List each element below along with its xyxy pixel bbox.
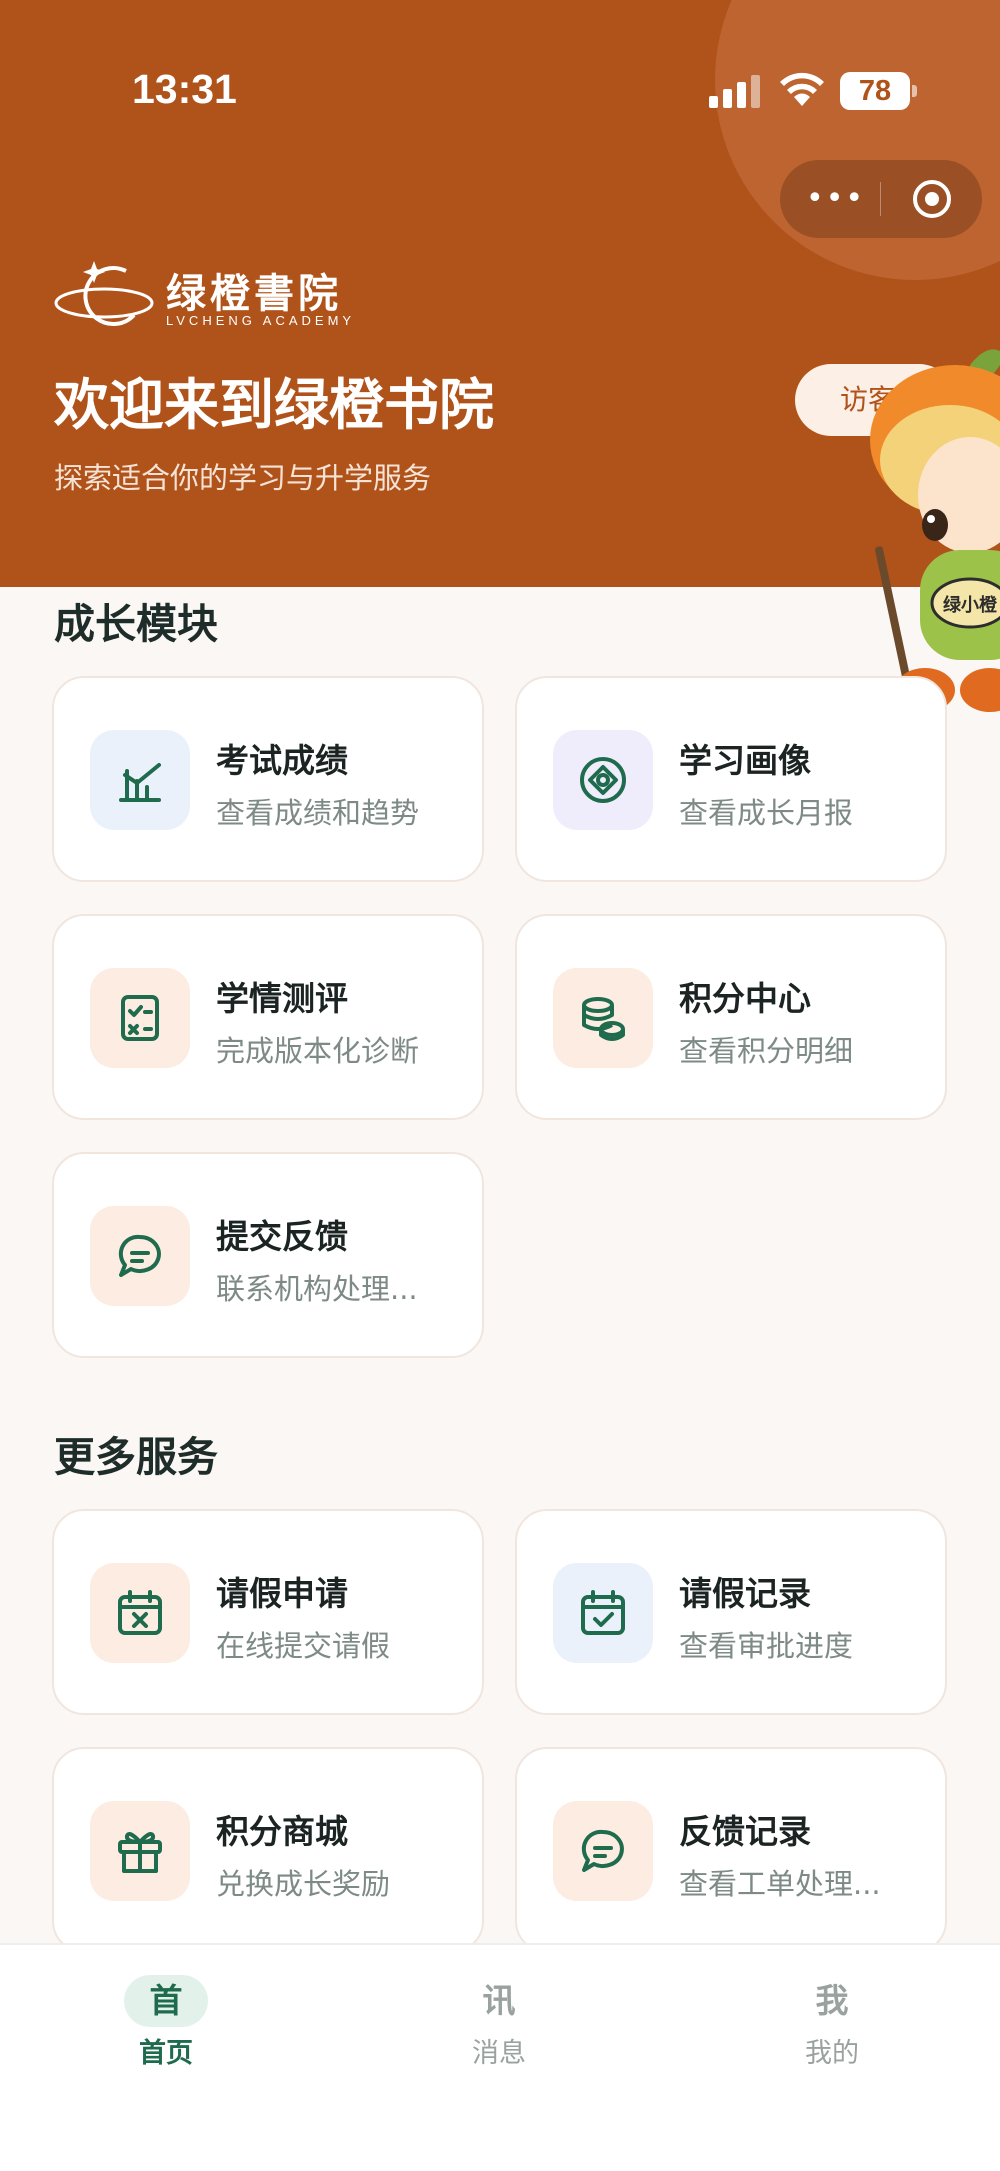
cellular-signal-icon	[709, 74, 763, 108]
messages-tab-icon: 讯	[482, 1981, 516, 2020]
bottom-tab-bar: 首 首页 讯 消息 我 我的	[0, 1943, 1000, 2171]
chat-icon	[118, 1234, 161, 1277]
checklist-icon	[121, 995, 159, 1041]
card-desc: 查看审批进度	[679, 1629, 854, 1663]
card-title: 学习画像	[679, 741, 811, 780]
card-desc: 查看成绩和趋势	[216, 796, 420, 830]
card-desc: 完成版本化诊断	[216, 1034, 420, 1068]
gift-icon	[118, 1832, 162, 1873]
card-title: 请假申请	[216, 1574, 348, 1613]
calendar-x-icon	[118, 1590, 162, 1635]
card-title: 积分商城	[216, 1812, 348, 1851]
brand-subtitle: LVCHENG ACADEMY	[166, 313, 356, 328]
card-leave-request[interactable]: 请假申请 在线提交请假	[52, 1509, 484, 1715]
chart-icon	[119, 763, 161, 802]
card-title: 学情测评	[216, 979, 348, 1018]
chat-icon	[581, 1829, 624, 1872]
battery-level: 78	[840, 72, 910, 110]
card-title: 提交反馈	[216, 1217, 348, 1256]
card-title: 反馈记录	[679, 1812, 811, 1851]
status-time: 13:31	[132, 66, 237, 112]
welcome-subtitle: 探索适合你的学习与升学服务	[54, 461, 432, 495]
card-learning-portrait[interactable]: 学习画像 查看成长月报	[515, 676, 947, 882]
growth-section-title: 成长模块	[54, 600, 218, 648]
portrait-icon	[580, 757, 626, 803]
miniprogram-capsule: •••	[780, 160, 982, 238]
brand-name: 绿橙書院	[166, 270, 342, 317]
card-desc: 查看成长月报	[679, 796, 854, 830]
tab-profile[interactable]: 我 我的	[772, 1975, 892, 2070]
card-desc: 查看工单处理...	[679, 1867, 881, 1901]
calendar-check-icon	[581, 1590, 625, 1635]
battery-icon: 78	[840, 72, 917, 110]
profile-tab-icon: 我	[815, 1981, 849, 2020]
tab-home[interactable]: 首 首页	[106, 1975, 226, 2070]
card-desc: 查看积分明细	[679, 1034, 854, 1068]
wifi-icon	[780, 72, 824, 106]
card-exam-scores[interactable]: 考试成绩 查看成绩和趋势	[52, 676, 484, 882]
mascot-badge-text: 绿小橙	[943, 594, 998, 616]
card-title: 请假记录	[679, 1574, 811, 1613]
home-tab-icon: 首	[124, 1975, 208, 2027]
welcome-title: 欢迎来到绿橙书院	[54, 373, 495, 437]
tab-label: 首页	[139, 2038, 193, 2069]
tab-label: 我的	[805, 2038, 859, 2069]
card-submit-feedback[interactable]: 提交反馈 联系机构处理...	[52, 1152, 484, 1358]
header-glow	[715, 0, 1000, 280]
header-banner: 13:31 78 ••• 绿橙書院 LVCHENG ACADEMY 欢迎来到绿橙…	[0, 0, 1000, 587]
tab-label: 消息	[472, 2038, 526, 2069]
card-desc: 在线提交请假	[216, 1629, 391, 1663]
card-title: 考试成绩	[216, 741, 348, 780]
mascot-illustration: 绿小橙	[870, 349, 1000, 712]
card-leave-records[interactable]: 请假记录 查看审批进度	[515, 1509, 947, 1715]
card-points-center[interactable]: 积分中心 查看积分明细	[515, 914, 947, 1120]
tab-messages[interactable]: 讯 消息	[439, 1975, 559, 2070]
card-desc: 联系机构处理...	[216, 1272, 418, 1306]
more-menu-icon[interactable]: •••	[806, 184, 863, 214]
card-desc: 兑换成长奖励	[216, 1867, 391, 1901]
card-feedback-records[interactable]: 反馈记录 查看工单处理...	[515, 1747, 947, 1953]
logo-emblem-icon	[54, 261, 154, 326]
more-section-title: 更多服务	[54, 1433, 218, 1481]
coins-icon	[582, 997, 625, 1041]
card-points-mall[interactable]: 积分商城 兑换成长奖励	[52, 1747, 484, 1953]
card-learning-assessment[interactable]: 学情测评 完成版本化诊断	[52, 914, 484, 1120]
card-title: 积分中心	[679, 979, 811, 1018]
brand-logo: 绿橙書院 LVCHENG ACADEMY	[54, 255, 374, 335]
close-miniprogram-icon[interactable]	[913, 180, 951, 218]
